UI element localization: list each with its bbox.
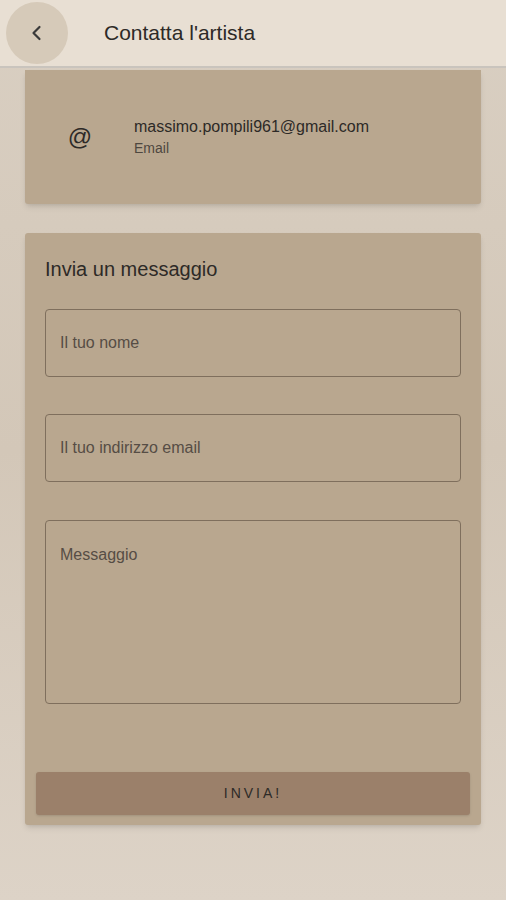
- send-button[interactable]: INVIA!: [36, 772, 470, 815]
- email-value[interactable]: massimo.pompili961@gmail.com: [134, 117, 369, 137]
- page-title: Contatta l'artista: [104, 17, 255, 49]
- name-field[interactable]: [45, 309, 461, 377]
- message-card: Invia un messaggio INVIA!: [25, 233, 481, 825]
- back-button[interactable]: [6, 2, 68, 64]
- back-arrow-icon: [28, 24, 46, 42]
- form-title: Invia un messaggio: [45, 255, 461, 283]
- email-label: Email: [134, 139, 369, 157]
- message-field[interactable]: [45, 520, 461, 704]
- at-icon: @: [65, 119, 95, 155]
- top-bar: Contatta l'artista: [0, 0, 506, 68]
- contact-card: @ massimo.pompili961@gmail.com Email: [25, 70, 481, 204]
- content: @ massimo.pompili961@gmail.com Email Invia …: [0, 68, 506, 900]
- email-field[interactable]: [45, 414, 461, 482]
- contact-info: massimo.pompili961@gmail.com Email: [134, 117, 369, 157]
